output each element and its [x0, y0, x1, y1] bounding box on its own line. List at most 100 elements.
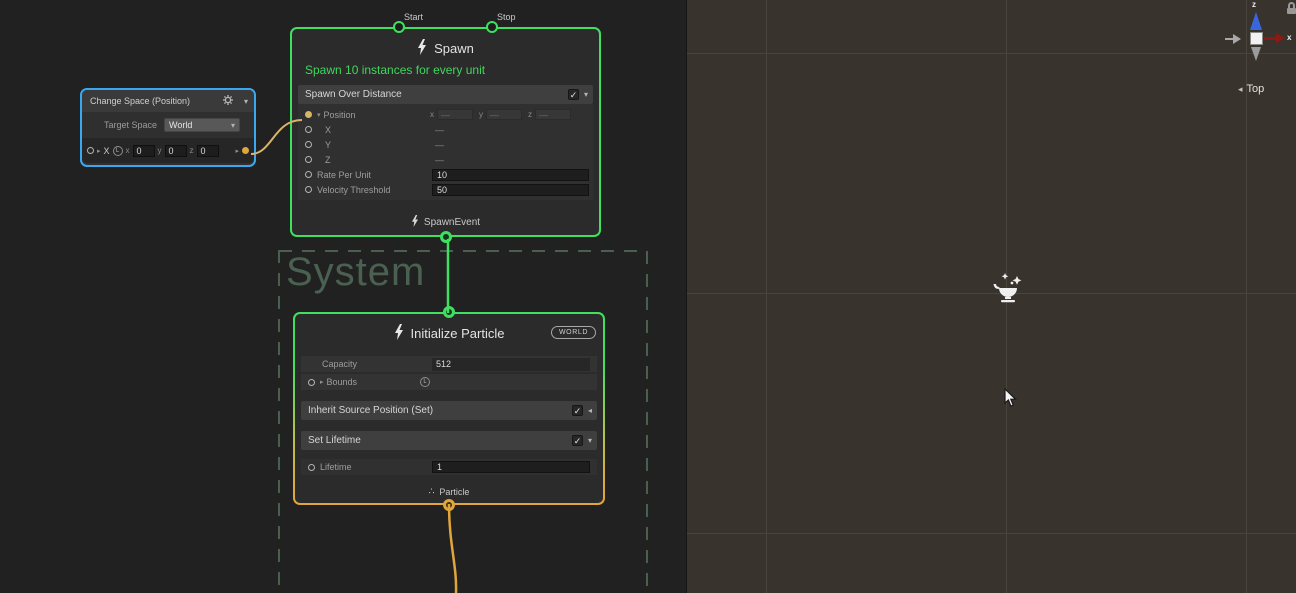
scene-view-panel[interactable]: z x ◂ Top — [686, 0, 1296, 593]
system-group-title: System — [286, 250, 425, 295]
z-row: Z — — [298, 152, 593, 167]
lifetime-row: Lifetime 1 — [301, 459, 597, 475]
axis-label: x — [430, 110, 434, 119]
row-value: — — [435, 140, 444, 150]
chevron-down-icon[interactable]: ▾ — [588, 436, 592, 445]
position-output-port[interactable] — [242, 147, 249, 154]
row-label: Capacity — [322, 359, 357, 369]
mouse-cursor — [1004, 388, 1018, 413]
block-header-set-lifetime[interactable]: Set Lifetime ✓ ▾ — [301, 431, 597, 450]
flow-output-label: Particle — [439, 487, 469, 497]
gear-icon[interactable] — [223, 95, 233, 107]
chevron-down-icon[interactable]: ▾ — [584, 90, 588, 99]
z-value-field[interactable]: 0 — [197, 145, 219, 157]
velocity-threshold-row: Velocity Threshold 50 — [298, 182, 593, 197]
particle-icon: ∴ — [429, 486, 435, 497]
bounds-row: ▸ Bounds L — [301, 374, 597, 390]
axis-label: z — [190, 146, 194, 155]
view-orientation-label[interactable]: ◂ Top — [1238, 83, 1264, 95]
edge-initialize-to-update[interactable] — [449, 504, 456, 593]
spawn-context-node[interactable]: Start Stop Spawn Spawn 10 instances for … — [290, 27, 601, 237]
row-label: Rate Per Unit — [317, 170, 371, 180]
gizmo-left-axis-cone[interactable] — [1233, 34, 1241, 44]
rate-per-unit-port[interactable] — [305, 171, 312, 178]
block-header-inherit-source-position[interactable]: Inherit Source Position (Set) ✓ ◂ — [301, 401, 597, 420]
context-title: Initialize Particle — [411, 326, 505, 341]
x-value-field[interactable]: 0 — [133, 145, 155, 157]
change-space-node[interactable]: Change Space (Position) ▾ Target Space W… — [80, 88, 256, 167]
chevron-down-icon[interactable]: ▾ — [244, 97, 248, 106]
chevron-down-icon: ▾ — [231, 121, 235, 130]
flow-input-port-start[interactable] — [393, 21, 405, 33]
axis-label: z — [528, 110, 532, 119]
gizmo-down-axis-cone[interactable] — [1251, 47, 1261, 61]
lightning-icon — [411, 215, 419, 230]
block-enabled-checkbox[interactable]: ✓ — [572, 435, 583, 446]
gizmo-z-axis-cone[interactable] — [1250, 12, 1262, 30]
triangle-down-icon[interactable]: ▾ — [317, 111, 321, 119]
gizmo-x-axis-cone[interactable] — [1276, 33, 1285, 43]
block-enabled-checkbox[interactable]: ✓ — [568, 89, 579, 100]
initialize-input-port[interactable] — [443, 306, 455, 318]
row-label: Z — [325, 155, 331, 165]
lock-icon[interactable] — [1287, 2, 1296, 15]
lightning-icon — [394, 324, 404, 343]
y-field: — — [486, 109, 522, 120]
context-title: Spawn — [434, 41, 474, 56]
capacity-field[interactable]: 512 — [432, 358, 590, 371]
triangle-right-icon[interactable]: ▸ — [320, 378, 324, 386]
axis-label: x — [126, 146, 130, 155]
chevron-left-icon: ◂ — [1238, 84, 1243, 95]
initialize-particle-node[interactable]: Initialize Particle WORLD Capacity 512 ▸… — [293, 312, 605, 505]
flow-input-label-stop: Stop — [497, 12, 516, 22]
row-label: Bounds — [327, 377, 358, 387]
space-toggle-icon[interactable]: L — [113, 146, 123, 156]
axis-label: y — [158, 146, 162, 155]
node-title: Change Space (Position) — [90, 96, 190, 106]
y-input-port[interactable] — [305, 141, 312, 148]
chevron-collapsed-icon[interactable]: ◂ — [588, 406, 592, 415]
block-header-spawn-over-distance[interactable]: Spawn Over Distance ✓ ▾ — [298, 85, 593, 104]
particle-output-port[interactable] — [443, 499, 455, 511]
visual-effect-gizmo-icon[interactable] — [991, 272, 1025, 311]
y-row: Y — — [298, 137, 593, 152]
row-label: Y — [325, 140, 331, 150]
block-enabled-checkbox[interactable]: ✓ — [572, 405, 583, 416]
gizmo-x-axis-label: x — [1287, 33, 1291, 42]
row-label: Velocity Threshold — [317, 185, 390, 195]
input-label: X — [104, 146, 110, 156]
x-input-port[interactable] — [87, 147, 94, 154]
lifetime-field[interactable]: 1 — [432, 461, 590, 473]
triangle-right-icon: ▸ — [235, 147, 239, 155]
x-row: X — — [298, 122, 593, 137]
space-toggle-icon[interactable]: L — [420, 377, 430, 387]
position-input-port[interactable] — [305, 111, 312, 118]
flow-input-port-stop[interactable] — [486, 21, 498, 33]
target-space-label: Target Space — [104, 120, 157, 130]
vfx-graph-panel[interactable]: System Change Space (Position) ▾ Target … — [0, 0, 686, 593]
row-value: — — [435, 125, 444, 135]
z-input-port[interactable] — [305, 156, 312, 163]
row-label: Position — [324, 110, 356, 120]
gizmo-z-axis-label: z — [1252, 0, 1256, 9]
rate-per-unit-field[interactable]: 10 — [432, 169, 589, 181]
triangle-right-icon: ▸ — [97, 147, 101, 155]
bounds-input-port[interactable] — [308, 379, 315, 386]
flow-output-label: SpawnEvent — [424, 217, 480, 228]
y-value-field[interactable]: 0 — [165, 145, 187, 157]
space-badge[interactable]: WORLD — [551, 326, 596, 339]
lifetime-input-port[interactable] — [308, 464, 315, 471]
position-row: ▾ Position x— y— z— — [298, 107, 593, 122]
x-input-port[interactable] — [305, 126, 312, 133]
z-field: — — [535, 109, 571, 120]
row-label: Lifetime — [320, 462, 352, 472]
gizmo-left-axis-line — [1225, 38, 1233, 40]
axis-label: y — [479, 110, 483, 119]
velocity-threshold-port[interactable] — [305, 186, 312, 193]
velocity-threshold-field[interactable]: 50 — [432, 184, 589, 196]
flow-input-label-start: Start — [404, 12, 423, 22]
capacity-row: Capacity 512 — [301, 356, 597, 372]
target-space-dropdown[interactable]: World ▾ — [164, 118, 240, 132]
gizmo-center-cube[interactable] — [1250, 32, 1263, 45]
spawn-output-port[interactable] — [440, 231, 452, 243]
